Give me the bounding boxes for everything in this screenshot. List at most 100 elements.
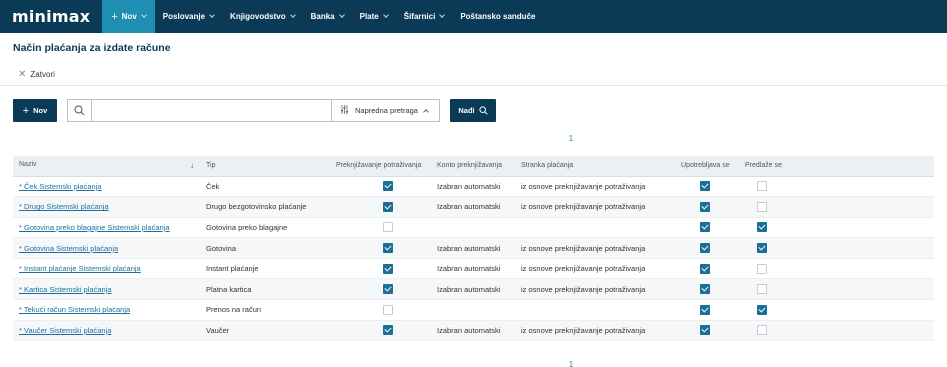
pagination-bottom-page[interactable]: 1 <box>566 360 576 367</box>
nav-new-button[interactable]: + Nov <box>102 0 155 33</box>
used-checkbox[interactable] <box>700 243 710 254</box>
used-checkbox[interactable] <box>700 181 710 192</box>
row-type: Platna kartica <box>200 278 330 301</box>
row-name-link[interactable]: * Instant plaćanje Sistemski plaćanja <box>19 264 141 273</box>
nav-item-knjigovodstvo[interactable]: Knjigovodstvo <box>222 0 303 33</box>
row-name-link[interactable]: * Tekući račun Sistemski plaćanja <box>19 305 130 314</box>
sort-arrow-icon: ↓ <box>190 161 194 171</box>
row-party <box>515 299 675 321</box>
chevron-down-icon <box>338 12 345 18</box>
row-party <box>515 217 675 239</box>
chevron-down-icon <box>439 12 446 18</box>
used-checkbox[interactable] <box>700 201 710 212</box>
table-row: * Gotovina preko blagajne Sistemski plać… <box>13 217 934 239</box>
chevron-down-icon <box>209 12 215 18</box>
app-logo[interactable]: minimax <box>12 7 90 26</box>
row-name-link[interactable]: * Gotovina Sistemski plaćanja <box>19 244 118 253</box>
repost-checkbox[interactable] <box>382 201 393 212</box>
row-name-link[interactable]: * Kartica Sistemski plaćanja <box>19 285 112 294</box>
column-header-type[interactable]: Tip <box>200 156 330 177</box>
row-account: Izabran automatski <box>431 237 515 259</box>
table-header-row: Naziv ↓ Tip Preknjižavanje potraživanja K… <box>13 156 934 177</box>
suggested-checkbox[interactable] <box>757 181 767 192</box>
repost-checkbox[interactable] <box>382 181 393 192</box>
column-header-suggested[interactable]: Predlaže se <box>739 156 934 177</box>
repost-checkbox[interactable] <box>382 222 393 233</box>
table-row: * Drugo Sistemski plaćanja Drugo bezgotov… <box>13 196 934 218</box>
row-name-link[interactable]: * Ček Sistemski plaćanja <box>19 182 102 191</box>
search-icon <box>479 106 488 115</box>
row-type: Vaučer <box>200 320 330 342</box>
row-party: iz osnove preknjižavanje potraživanja <box>515 278 675 301</box>
column-header-repost[interactable]: Preknjižavanje potraživanja <box>330 156 431 177</box>
pagination-top-page[interactable]: 1 <box>566 134 576 143</box>
close-label: Zatvori <box>30 70 55 79</box>
suggested-checkbox[interactable] <box>757 325 767 336</box>
used-checkbox[interactable] <box>700 263 710 274</box>
repost-checkbox[interactable] <box>382 263 393 274</box>
add-new-label: Nov <box>33 106 48 115</box>
row-account <box>431 299 515 321</box>
nav-item-poslovanje[interactable]: Poslovanje <box>155 0 222 33</box>
payment-methods-table: Naziv ↓ Tip Preknjižavanje potraživanja K… <box>13 156 934 342</box>
column-header-party[interactable]: Stranka plaćanja <box>515 156 675 177</box>
plus-icon: + <box>111 10 118 23</box>
chevron-down-icon <box>382 12 389 18</box>
suggested-checkbox[interactable] <box>757 243 767 254</box>
repost-checkbox[interactable] <box>382 284 393 295</box>
add-new-button[interactable]: + Nov <box>13 99 57 122</box>
top-navigation: minimax + Nov Poslovanje Knjigovodstvo B… <box>0 0 947 33</box>
row-name-link[interactable]: * Vaučer Sistemski plaćanja <box>19 326 111 335</box>
advanced-search-label: Napredna pretraga <box>355 106 418 115</box>
nav-item-sifarnici[interactable]: Šifarnici <box>396 0 453 33</box>
used-checkbox[interactable] <box>700 304 710 315</box>
table-row: * Instant plaćanje Sistemski plaćanja Ins… <box>13 258 934 280</box>
sliders-icon <box>340 105 349 116</box>
table-row: * Ček Sistemski plaćanja Ček Izabran autom… <box>13 176 934 198</box>
row-account: Izabran automatski <box>431 258 515 280</box>
row-name-link[interactable]: * Gotovina preko blagajne Sistemski plać… <box>19 223 170 232</box>
suggested-checkbox[interactable] <box>757 222 767 233</box>
row-account: Izabran automatski <box>431 176 515 198</box>
row-type: Ček <box>200 176 330 198</box>
table-row: * Vaučer Sistemski plaćanja Vaučer Izabran… <box>13 320 934 342</box>
close-button[interactable]: ✕ Zatvori <box>18 69 55 80</box>
nav-item-banka[interactable]: Banka <box>303 0 352 33</box>
find-button[interactable]: Nađi <box>450 99 496 122</box>
find-label: Nađi <box>458 106 475 115</box>
row-type: Gotovina <box>200 237 330 259</box>
row-account: Izabran automatski <box>431 278 515 301</box>
nav-item-plate[interactable]: Plate <box>352 0 396 33</box>
used-checkbox[interactable] <box>700 325 710 336</box>
repost-checkbox[interactable] <box>382 304 393 315</box>
suggested-checkbox[interactable] <box>757 201 767 212</box>
repost-checkbox[interactable] <box>382 325 393 336</box>
row-type: Gotovina preko blagajne <box>200 217 330 239</box>
column-header-used[interactable]: Upotrebljava se <box>675 156 739 177</box>
column-header-name[interactable]: Naziv ↓ <box>13 156 200 177</box>
advanced-search-toggle[interactable]: Napredna pretraga <box>332 99 440 122</box>
row-type: Instant plaćanje <box>200 258 330 280</box>
table-row: * Gotovina Sistemski plaćanja Gotovina Iza… <box>13 237 934 259</box>
used-checkbox[interactable] <box>700 284 710 295</box>
column-header-account[interactable]: Konto preknjižavanja <box>431 156 515 177</box>
suggested-checkbox[interactable] <box>757 284 767 295</box>
row-party: iz osnove preknjižavanje potraživanja <box>515 237 675 259</box>
divider <box>0 85 947 86</box>
row-account: Izabran automatski <box>431 196 515 218</box>
suggested-checkbox[interactable] <box>757 263 767 274</box>
page-title: Način plaćanja za izdate račune <box>13 42 171 54</box>
search-input[interactable] <box>93 100 331 121</box>
row-account: Izabran automatski <box>431 320 515 342</box>
row-party: iz osnove preknjižavanje potraživanja <box>515 320 675 342</box>
table-row: * Kartica Sistemski plaćanja Platna karti… <box>13 278 934 301</box>
suggested-checkbox[interactable] <box>757 304 767 315</box>
chevron-up-icon <box>423 108 429 115</box>
repost-checkbox[interactable] <box>382 243 393 254</box>
used-checkbox[interactable] <box>700 222 710 233</box>
row-type: Drugo bezgotovinsko plaćanje <box>200 196 330 218</box>
nav-item-mailbox[interactable]: Poštansko sanduče <box>452 0 543 33</box>
row-name-link[interactable]: * Drugo Sistemski plaćanja <box>19 202 109 211</box>
search-icon[interactable] <box>68 100 92 121</box>
row-type: Prenos na račun <box>200 299 330 321</box>
